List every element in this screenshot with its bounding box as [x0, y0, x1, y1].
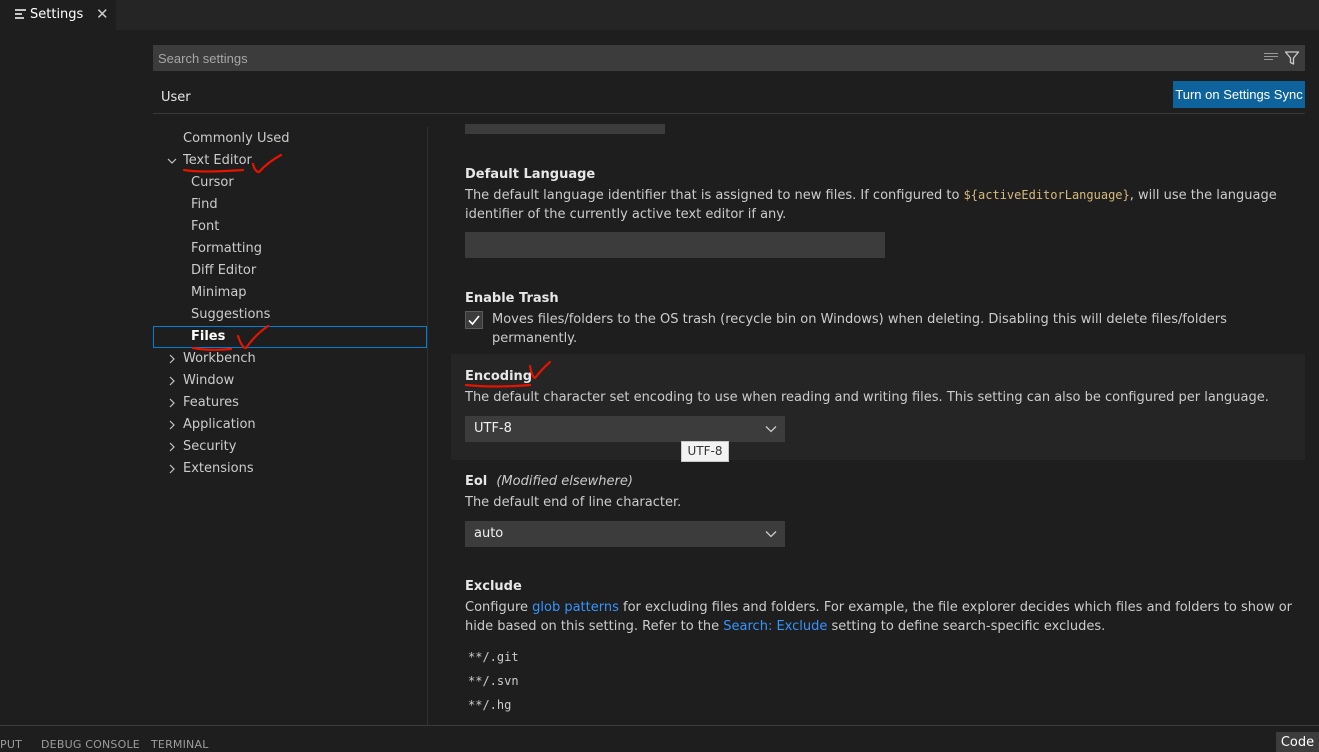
code-button[interactable]: Code — [1276, 732, 1319, 752]
tab-debug-console[interactable]: DEBUG CONSOLE — [41, 738, 140, 751]
panel-bar: PUT DEBUG CONSOLE TERMINAL — [0, 725, 1319, 752]
tab-terminal[interactable]: TERMINAL — [151, 738, 209, 751]
red-annotation-marks — [182, 153, 552, 388]
tab-output[interactable]: PUT — [0, 738, 22, 751]
